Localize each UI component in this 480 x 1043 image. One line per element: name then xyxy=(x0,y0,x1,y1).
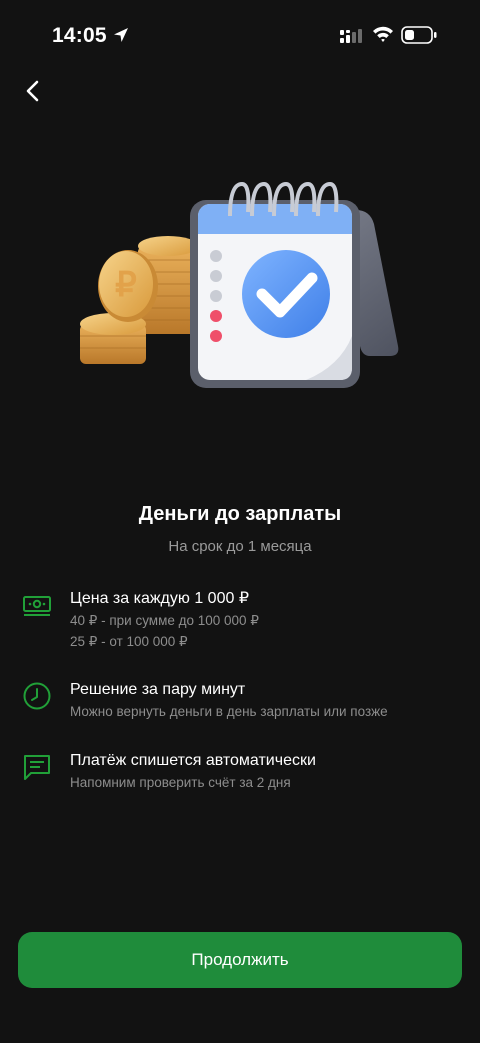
salary-advance-screen: 14:05 ₽ Деньги до зарплаты На срок до 1 … xyxy=(0,0,480,1043)
feature-title: Цена за каждую 1 000 ₽ xyxy=(70,590,249,607)
feature-title: Платёж спишется автоматически xyxy=(70,752,316,769)
battery-icon xyxy=(401,26,437,44)
status-bar: 14:05 xyxy=(0,0,480,70)
page-subtitle: На срок до 1 месяца xyxy=(168,538,312,555)
back-button[interactable] xyxy=(16,74,50,108)
cellular-signal-icon xyxy=(340,29,362,43)
location-arrow-icon xyxy=(114,28,128,42)
clock-icon xyxy=(23,682,51,710)
wifi-icon xyxy=(373,26,393,42)
continue-button[interactable]: Продолжить xyxy=(18,932,462,988)
page-title: Деньги до зарплаты xyxy=(138,503,342,525)
status-time: 14:05 xyxy=(52,24,107,47)
feature-detail: Можно вернуть деньги в день зарплаты или… xyxy=(70,704,388,719)
feature-detail: 40 ₽ - при сумме до 100 000 ₽ xyxy=(70,613,259,628)
feature-text: Решение за пару минут Можно вернуть день… xyxy=(70,679,470,722)
chevron-left-icon xyxy=(26,80,39,102)
feature-text: Платёж спишется автоматически Напомним п… xyxy=(70,750,470,793)
feature-title: Решение за пару минут xyxy=(70,681,246,698)
svg-text:₽: ₽ xyxy=(115,266,137,304)
feature-detail: Напомним проверить счёт за 2 дня xyxy=(70,775,291,790)
coins-calendar-illustration: ₽ xyxy=(80,181,399,388)
feature-detail: 25 ₽ - от 100 000 ₽ xyxy=(70,634,188,649)
message-icon xyxy=(24,755,50,780)
banknote-icon xyxy=(23,596,51,616)
feature-text: Цена за каждую 1 000 ₽ 40 ₽ - при сумме … xyxy=(70,588,470,652)
